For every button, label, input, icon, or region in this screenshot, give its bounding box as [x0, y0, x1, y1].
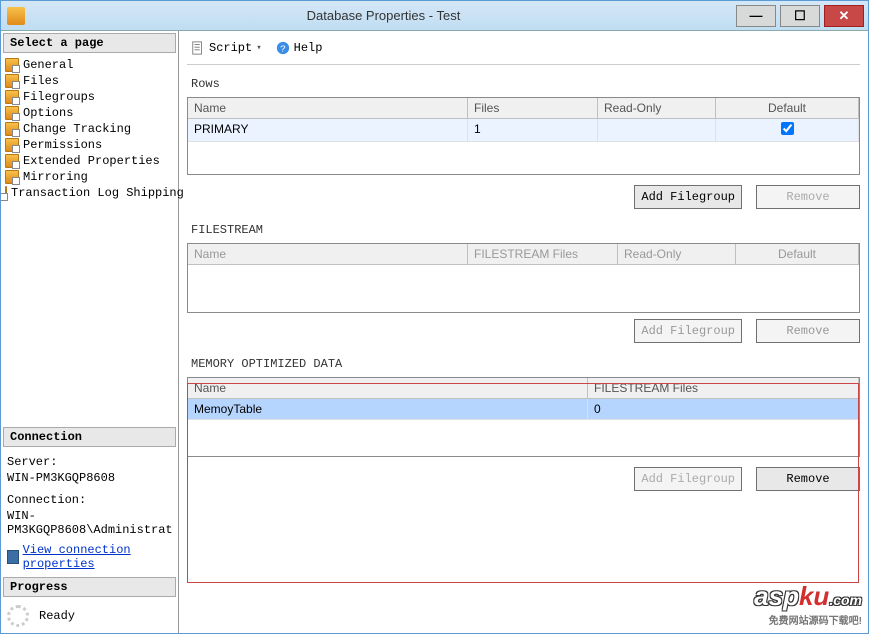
filestream-grid: Name FILESTREAM Files Read-Only Default	[187, 243, 860, 313]
sidebar-item-label: Extended Properties	[23, 154, 160, 168]
cell-readonly[interactable]	[598, 119, 716, 142]
sidebar-item-log-shipping[interactable]: Transaction Log Shipping	[5, 185, 174, 201]
page-icon	[5, 186, 7, 200]
minimize-button[interactable]: —	[736, 5, 776, 27]
col-default: Default	[716, 98, 859, 119]
script-dropdown[interactable]: Script ▾	[187, 39, 266, 57]
sidebar-item-change-tracking[interactable]: Change Tracking	[5, 121, 174, 137]
script-label: Script	[209, 41, 252, 55]
help-label: Help	[294, 41, 323, 55]
sidebar-item-filegroups[interactable]: Filegroups	[5, 89, 174, 105]
page-icon	[5, 106, 19, 120]
select-page-header: Select a page	[3, 33, 176, 53]
server-label: Server:	[7, 455, 172, 469]
col-name: Name	[188, 244, 468, 265]
remove-button[interactable]: Remove	[756, 185, 860, 209]
view-connection-properties-link[interactable]: View connection properties	[23, 543, 172, 571]
close-button[interactable]: ✕	[824, 5, 864, 27]
col-name: Name	[188, 98, 468, 119]
memory-grid: Name FILESTREAM Files MemoyTable 0	[187, 377, 860, 457]
col-name: Name	[188, 378, 588, 399]
sidebar-item-label: Mirroring	[23, 170, 88, 184]
sidebar-item-options[interactable]: Options	[5, 105, 174, 121]
sidebar-item-label: Files	[23, 74, 59, 88]
page-icon	[5, 90, 19, 104]
help-icon: ?	[276, 41, 290, 55]
progress-status: Ready	[39, 609, 75, 623]
filestream-section-label: FILESTREAM	[191, 223, 860, 237]
app-icon	[7, 7, 25, 25]
progress-spinner-icon	[7, 605, 29, 627]
rows-grid: Name Files Read-Only Default PRIMARY 1	[187, 97, 860, 175]
remove-button[interactable]: Remove	[756, 319, 860, 343]
sidebar-item-label: Change Tracking	[23, 122, 131, 136]
chevron-down-icon: ▾	[256, 43, 261, 53]
sidebar-item-label: Transaction Log Shipping	[11, 186, 184, 200]
help-button[interactable]: ? Help	[272, 39, 327, 57]
sidebar-item-label: Permissions	[23, 138, 102, 152]
table-row[interactable]: MemoyTable 0	[188, 399, 859, 420]
default-checkbox[interactable]	[781, 122, 794, 135]
sidebar-item-label: Filegroups	[23, 90, 95, 104]
remove-button[interactable]: Remove	[756, 467, 860, 491]
cell-files: 0	[588, 399, 859, 420]
connection-header: Connection	[3, 427, 176, 447]
sidebar-item-label: Options	[23, 106, 73, 120]
script-icon	[191, 41, 205, 55]
page-icon	[5, 58, 19, 72]
col-files: Files	[468, 98, 598, 119]
page-icon	[5, 138, 19, 152]
col-fs-files: FILESTREAM Files	[588, 378, 859, 399]
title-bar: Database Properties - Test — ☐ ✕	[1, 1, 868, 31]
sidebar-item-extended-properties[interactable]: Extended Properties	[5, 153, 174, 169]
window-title: Database Properties - Test	[31, 8, 736, 23]
cell-files: 1	[468, 119, 598, 142]
sidebar-item-label: General	[23, 58, 73, 72]
page-icon	[5, 122, 19, 136]
page-icon	[5, 170, 19, 184]
col-fs-files: FILESTREAM Files	[468, 244, 618, 265]
svg-text:?: ?	[280, 43, 286, 54]
sidebar-item-permissions[interactable]: Permissions	[5, 137, 174, 153]
page-icon	[5, 154, 19, 168]
col-readonly: Read-Only	[618, 244, 736, 265]
connection-label: Connection:	[7, 493, 172, 507]
table-row[interactable]: PRIMARY 1	[188, 119, 859, 142]
maximize-button[interactable]: ☐	[780, 5, 820, 27]
cell-name[interactable]: MemoyTable	[188, 399, 588, 420]
cell-default[interactable]	[716, 119, 859, 142]
sidebar-item-files[interactable]: Files	[5, 73, 174, 89]
page-nav-list: General Files Filegroups Options Change …	[1, 55, 178, 203]
server-value: WIN-PM3KGQP8608	[7, 471, 172, 485]
add-filegroup-button[interactable]: Add Filegroup	[634, 319, 742, 343]
sidebar-item-general[interactable]: General	[5, 57, 174, 73]
memory-section-label: MEMORY OPTIMIZED DATA	[191, 357, 860, 371]
page-icon	[5, 74, 19, 88]
add-filegroup-button[interactable]: Add Filegroup	[634, 185, 742, 209]
rows-section-label: Rows	[191, 77, 860, 91]
connection-value: WIN-PM3KGQP8608\Administrat	[7, 509, 172, 537]
sidebar-item-mirroring[interactable]: Mirroring	[5, 169, 174, 185]
add-filegroup-button[interactable]: Add Filegroup	[634, 467, 742, 491]
progress-header: Progress	[3, 577, 176, 597]
col-readonly: Read-Only	[598, 98, 716, 119]
col-default: Default	[736, 244, 859, 265]
cell-name[interactable]: PRIMARY	[188, 119, 468, 142]
properties-icon	[7, 550, 19, 564]
